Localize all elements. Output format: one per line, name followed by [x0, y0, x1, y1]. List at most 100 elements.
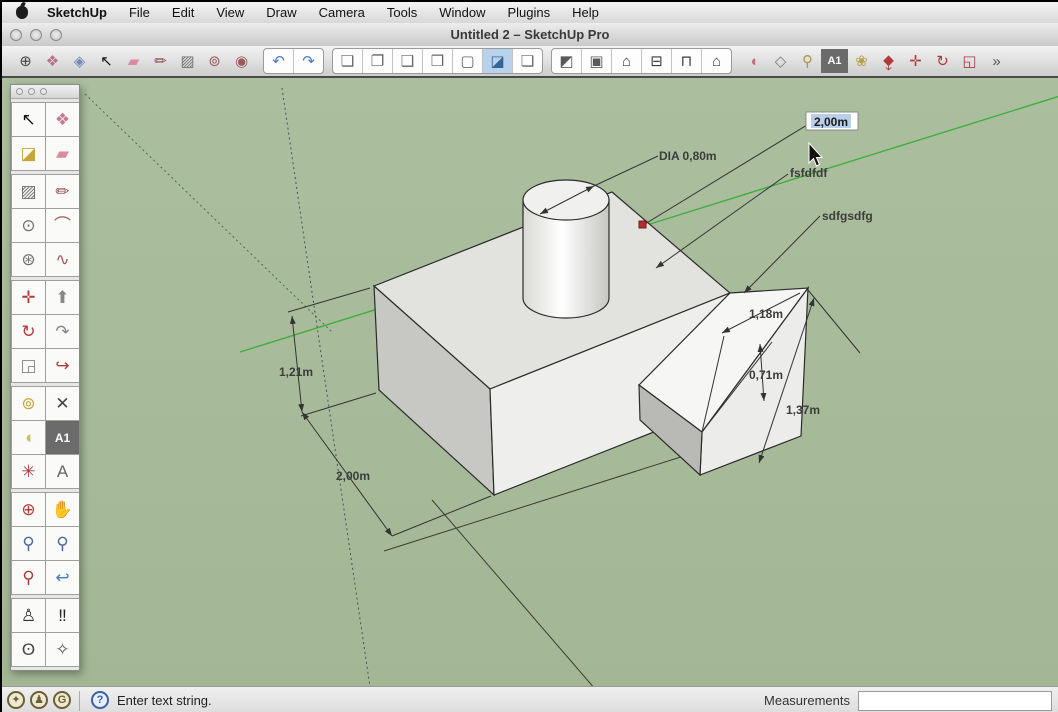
style-wireframe-icon[interactable]: ❏ [333, 49, 363, 73]
menu-item-draw[interactable]: Draw [255, 2, 307, 23]
rectangle-tool-icon[interactable]: ▨ [12, 175, 45, 208]
zoom-window-tool-icon[interactable]: ⚲ [46, 527, 79, 560]
freehand-tool-icon[interactable]: ∿ [46, 243, 79, 276]
menu-item-view[interactable]: View [205, 2, 255, 23]
dim-121-label[interactable]: 1,21m [279, 365, 313, 379]
view-back-icon[interactable]: ⊟ [642, 49, 672, 73]
push-pull-tool-icon[interactable]: ⬆ [46, 281, 79, 314]
menu-item-plugins[interactable]: Plugins [496, 2, 561, 23]
orbit-tool-icon[interactable]: ⊕ [12, 493, 45, 526]
axes-tool-icon[interactable]: ✳ [12, 455, 45, 488]
note1-label[interactable]: fsfdfdf [790, 166, 828, 180]
dim-200-label[interactable]: 2,00m [336, 469, 370, 483]
section-plane-icon[interactable]: ◇ [767, 49, 794, 73]
follow-me-tool-icon[interactable]: ↷ [46, 315, 79, 348]
view-top-icon[interactable]: ▣ [582, 49, 612, 73]
style-xray-icon[interactable]: ◪ [483, 49, 513, 73]
leader-anchor-marker[interactable] [638, 220, 647, 229]
position-camera-tool-icon[interactable]: ♙ [12, 599, 45, 632]
text-tool-icon[interactable]: A1 [821, 49, 848, 73]
component-browser-icon[interactable]: ◈ [66, 49, 93, 73]
circle-tool-icon[interactable]: ⊙ [12, 209, 45, 242]
dimension-tool-icon[interactable]: ✕ [46, 387, 79, 420]
move-icon[interactable]: ✛ [902, 49, 929, 73]
navigation-orbit-icon[interactable]: ⊕ [12, 49, 39, 73]
dotted-axis-back[interactable] [84, 93, 333, 333]
rotate-icon[interactable]: ↻ [929, 49, 956, 73]
palette-minimize-icon[interactable] [28, 88, 35, 95]
dia-label[interactable]: DIA 0,80m [659, 149, 717, 163]
style-shaded-textures-icon[interactable]: ❒ [423, 49, 453, 73]
section-compass-tool-icon[interactable]: ✧ [46, 633, 79, 666]
view-right-icon[interactable]: ⌂ [702, 49, 731, 73]
geo-g-icon[interactable]: G [53, 690, 71, 709]
eraser-tool-icon[interactable]: ▰ [46, 137, 79, 170]
style-hidden-line-icon[interactable]: ❐ [363, 49, 393, 73]
scale-tool-icon[interactable]: ◲ [12, 349, 45, 382]
dim-071-label[interactable]: 0,71m [749, 368, 783, 382]
palette-title-bar[interactable] [11, 85, 79, 99]
rectangle-icon[interactable]: ▨ [174, 49, 201, 73]
move-tool-icon[interactable]: ✛ [12, 281, 45, 314]
style-shaded-icon[interactable]: ❑ [393, 49, 423, 73]
redo-icon[interactable]: ↷ [294, 49, 323, 73]
credit-bulb-icon[interactable]: ✦ [7, 690, 25, 709]
view-left-icon[interactable]: ⊓ [672, 49, 702, 73]
select-icon[interactable]: ↖ [93, 49, 120, 73]
user-credit-icon[interactable]: ♟ [30, 690, 48, 709]
view-front-icon[interactable]: ⌂ [612, 49, 642, 73]
offset-tool-icon[interactable]: ↪ [46, 349, 79, 382]
undo-icon[interactable]: ↶ [264, 49, 294, 73]
dim-118-label[interactable]: 1,18m [749, 307, 783, 321]
pan-tool-icon[interactable]: ✋ [46, 493, 79, 526]
walk-tool-icon[interactable]: ‼ [46, 599, 79, 632]
palette-close-icon[interactable] [16, 88, 23, 95]
model-scene[interactable]: DIA 0,80m fsfdfdf sdfgsdfg 1,18m 0,71m 1… [2, 78, 1058, 686]
drawing-canvas[interactable]: DIA 0,80m fsfdfdf sdfgsdfg 1,18m 0,71m 1… [2, 78, 1058, 686]
title-bar[interactable]: Untitled 2 – SketchUp Pro [2, 23, 1058, 47]
note2-label[interactable]: sdfgsdfg [822, 209, 873, 223]
rotate-tool-icon[interactable]: ↻ [12, 315, 45, 348]
zoom-extents-tool-icon[interactable]: ⚲ [12, 561, 45, 594]
previous-view-tool-icon[interactable]: ↩ [46, 561, 79, 594]
paint-styles-icon[interactable]: ❀ [848, 49, 875, 73]
toolbar-overflow-icon[interactable]: » [983, 49, 1010, 73]
menu-item-file[interactable]: File [118, 2, 161, 23]
zoom-palette-icon[interactable]: ⚲ [12, 527, 45, 560]
apple-menu-icon[interactable] [16, 6, 28, 19]
menu-item-help[interactable]: Help [561, 2, 610, 23]
text-edit-value[interactable]: 2,00m [814, 115, 848, 129]
text-tool-palette-icon[interactable]: A1 [46, 421, 79, 454]
tape-measure-tool-icon[interactable]: ⊚ [12, 387, 45, 420]
line-tool-icon[interactable]: ✏ [46, 175, 79, 208]
polygon-icon[interactable]: ◉ [228, 49, 255, 73]
help-icon[interactable]: ? [91, 690, 109, 709]
make-component-tool-icon[interactable]: ❖ [46, 103, 79, 136]
protractor-tool-icon[interactable]: ◖ [12, 421, 45, 454]
measurements-input[interactable] [858, 690, 1052, 711]
select-tool-icon[interactable]: ↖ [12, 103, 45, 136]
protractor-icon[interactable]: ◖ [740, 49, 767, 73]
dim-137-label[interactable]: 1,37m [786, 403, 820, 417]
look-around-tool-icon[interactable]: ʘ [12, 633, 45, 666]
line-icon[interactable]: ✏ [147, 49, 174, 73]
menu-item-sketchup[interactable]: SketchUp [36, 2, 118, 23]
scale-window-icon[interactable]: ◱ [956, 49, 983, 73]
zoom-tool-icon[interactable]: ⚲ [794, 49, 821, 73]
circle-icon[interactable]: ⊚ [201, 49, 228, 73]
make-component-icon[interactable]: ❖ [39, 49, 66, 73]
arc-tool-icon[interactable]: ⌒ [46, 209, 79, 242]
3d-text-tool-icon[interactable]: A [46, 455, 79, 488]
menu-item-camera[interactable]: Camera [308, 2, 376, 23]
eraser-icon[interactable]: ▰ [120, 49, 147, 73]
dotted-axis-vertical[interactable] [281, 87, 374, 686]
menu-item-tools[interactable]: Tools [376, 2, 428, 23]
menu-item-window[interactable]: Window [428, 2, 496, 23]
paint-bucket-tool-icon[interactable]: ◪ [12, 137, 45, 170]
view-iso-icon[interactable]: ◩ [552, 49, 582, 73]
sandbox-icon[interactable]: ⧪ [875, 49, 902, 73]
style-monochrome-icon[interactable]: ▢ [453, 49, 483, 73]
menu-item-edit[interactable]: Edit [161, 2, 205, 23]
polygon-tool-icon[interactable]: ⊛ [12, 243, 45, 276]
palette-zoom-icon[interactable] [40, 88, 47, 95]
